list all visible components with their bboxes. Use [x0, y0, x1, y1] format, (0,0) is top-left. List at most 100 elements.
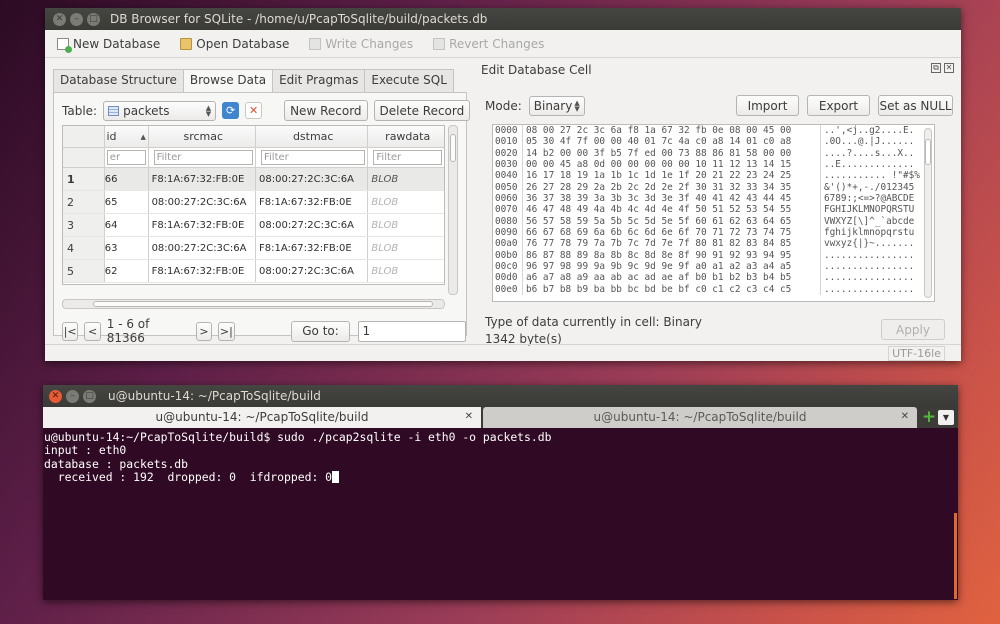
new-database-button[interactable]: New Database — [57, 37, 160, 53]
cell-rawdata[interactable]: BLOB — [368, 260, 444, 282]
first-record-button[interactable]: |< — [62, 321, 79, 341]
revert-changes-button[interactable]: Revert Changes — [433, 37, 544, 51]
ascii-row: ................ — [824, 283, 915, 295]
terminal-tab-2[interactable]: u@ubuntu-14: ~/PcapToSqlite/build ✕ — [483, 407, 917, 428]
cell-rawdata[interactable]: BLOB — [368, 237, 444, 259]
scroll-thumb[interactable] — [93, 301, 433, 307]
hex-row: 00 00 45 a8 0d 00 00 00 00 00 10 11 12 1… — [526, 159, 792, 171]
table-row[interactable]: 3 64 F8:1A:67:32:FB:0E 08:00:27:2C:3C:6A… — [63, 214, 444, 237]
export-button[interactable]: Export — [807, 95, 870, 116]
sort-ascending-icon: ▲ — [140, 132, 146, 141]
hex-offsets: 0000 0010 0020 0030 0040 0050 0060 0070 0080 0090… — [493, 125, 523, 296]
close-window-icon[interactable]: ✕ — [53, 12, 66, 26]
minimize-window-icon[interactable]: – — [70, 12, 83, 26]
table-select[interactable]: packets ▲ ▼ — [103, 100, 217, 121]
cell-srcmac[interactable]: F8:1A:67:32:FB:0E — [149, 260, 256, 282]
go-to-button[interactable]: Go to: — [290, 320, 351, 342]
column-header-dstmac[interactable]: dstmac — [256, 126, 369, 147]
close-tab-icon[interactable]: ✕ — [901, 407, 909, 427]
table-row[interactable]: 1 66 F8:1A:67:32:FB:0E 08:00:27:2C:3C:6A… — [63, 168, 444, 191]
maximize-window-icon[interactable]: □ — [87, 12, 100, 26]
row-number: 5 — [63, 260, 105, 282]
filter-srcmac-input[interactable]: Filter — [153, 150, 253, 165]
tab-database-structure[interactable]: Database Structure — [53, 69, 184, 92]
cell-dstmac[interactable]: F8:1A:67:32:FB:0E — [256, 191, 369, 213]
encoding-indicator[interactable]: UTF-16le — [888, 346, 945, 361]
hex-scrollbar[interactable] — [924, 128, 932, 298]
filter-rawdata-input[interactable]: Filter — [373, 150, 442, 165]
cell-id[interactable]: 62 — [105, 260, 149, 282]
table-row[interactable]: 4 63 08:00:27:2C:3C:6A F8:1A:67:32:FB:0E… — [63, 237, 444, 260]
column-header-id[interactable]: id ▲ — [105, 126, 149, 147]
last-record-button[interactable]: >| — [218, 321, 235, 341]
table-row[interactable]: 2 65 08:00:27:2C:3C:6A F8:1A:67:32:FB:0E… — [63, 191, 444, 214]
set-as-null-button[interactable]: Set as NULL — [878, 95, 953, 116]
tab-edit-pragmas[interactable]: Edit Pragmas — [272, 69, 366, 92]
hex-row: 96 97 98 99 9a 9b 9c 9d 9e 9f a0 a1 a2 a… — [526, 261, 792, 273]
float-panel-icon[interactable]: ⧉ — [931, 63, 941, 73]
cell-srcmac[interactable]: 08:00:27:2C:3C:6A — [149, 237, 256, 259]
delete-record-button[interactable]: Delete Record — [373, 100, 471, 121]
hex-editor[interactable]: 0000 0010 0020 0030 0040 0050 0060 0070 0080 0090… — [492, 124, 935, 302]
apply-button[interactable]: Apply — [881, 319, 945, 340]
clear-filters-icon[interactable]: ✕ — [245, 102, 263, 119]
cell-dstmac[interactable]: 08:00:27:2C:3C:6A — [256, 214, 369, 236]
maximize-window-icon[interactable]: □ — [83, 389, 96, 403]
new-tab-icon[interactable]: + — [920, 407, 938, 428]
table-row[interactable]: 5 62 F8:1A:67:32:FB:0E 08:00:27:2C:3C:6A… — [63, 260, 444, 283]
close-panel-icon[interactable]: ✕ — [944, 63, 954, 73]
refresh-icon[interactable]: ⟳ — [222, 102, 240, 119]
terminal-output[interactable]: u@ubuntu-14:~/PcapToSqlite/build$ sudo .… — [43, 428, 958, 485]
tab-menu-icon[interactable]: ▼ — [938, 410, 954, 425]
cell-dstmac[interactable]: 08:00:27:2C:3C:6A — [256, 260, 369, 282]
cell-srcmac[interactable]: 08:00:27:2C:3C:6A — [149, 191, 256, 213]
hex-ascii[interactable]: ..',<j..g2....E. .0O...@.|J..........?...… — [820, 125, 928, 296]
tab-execute-sql[interactable]: Execute SQL — [364, 69, 454, 92]
cell-rawdata[interactable]: BLOB — [368, 191, 444, 213]
filter-id-input[interactable]: er — [106, 150, 146, 165]
cell-dstmac[interactable]: 08:00:27:2C:3C:6A — [256, 168, 369, 190]
browse-data-panel: Table: packets ▲ ▼ ⟳ ✕ New Record Delete … — [53, 92, 471, 345]
mode-select[interactable]: Binary ▲ ▼ — [528, 96, 585, 116]
terminal-line: input : eth0 — [44, 443, 127, 458]
cell-rawdata[interactable]: BLOB — [368, 168, 444, 190]
next-record-button[interactable]: > — [195, 321, 213, 341]
open-database-label: Open Database — [196, 36, 290, 51]
hex-offset: 0060 — [495, 193, 518, 205]
grid-horizontal-scrollbar[interactable] — [62, 299, 445, 309]
terminal-scrollbar[interactable] — [954, 513, 957, 599]
hex-row: 05 30 4f 7f 00 00 40 01 7c 4a c0 a8 14 0… — [526, 136, 792, 148]
scroll-thumb[interactable] — [450, 134, 456, 162]
close-window-icon[interactable]: ✕ — [49, 389, 62, 403]
previous-record-button[interactable]: < — [84, 321, 101, 341]
spin-arrows-icon: ▲ ▼ — [205, 103, 212, 118]
close-tab-icon[interactable]: ✕ — [465, 407, 473, 427]
import-button[interactable]: Import — [736, 95, 799, 116]
cell-id[interactable]: 64 — [105, 214, 149, 236]
scroll-thumb[interactable] — [925, 139, 931, 165]
hex-bytes[interactable]: 08 00 27 2c 3c 6a f8 1a 67 32 fb 0e 08 0… — [523, 125, 820, 295]
grid-vertical-scrollbar[interactable] — [448, 125, 458, 295]
write-changes-button[interactable]: Write Changes — [309, 37, 413, 51]
minimize-window-icon[interactable]: – — [66, 389, 79, 403]
hex-offset: 00b0 — [495, 249, 518, 261]
db-browser-window: ✕ – □ DB Browser for SQLite - /home/u/Pc… — [45, 8, 961, 361]
cell-id[interactable]: 66 — [105, 168, 149, 190]
mode-label: Mode: — [485, 99, 522, 113]
filter-dstmac-input[interactable]: Filter — [261, 150, 366, 165]
new-record-button[interactable]: New Record — [284, 100, 368, 121]
hex-offset: 00a0 — [495, 238, 518, 250]
go-to-input[interactable]: 1 — [358, 320, 467, 342]
column-header-srcmac[interactable]: srcmac — [149, 126, 256, 147]
cell-srcmac[interactable]: F8:1A:67:32:FB:0E — [149, 214, 256, 236]
cell-srcmac[interactable]: F8:1A:67:32:FB:0E — [149, 168, 256, 190]
ascii-row: fghijklmnopqrstu — [824, 227, 915, 239]
tab-browse-data[interactable]: Browse Data — [182, 69, 274, 93]
cell-id[interactable]: 65 — [105, 191, 149, 213]
cell-dstmac[interactable]: F8:1A:67:32:FB:0E — [256, 237, 369, 259]
column-header-rawdata[interactable]: rawdata — [368, 126, 444, 147]
cell-id[interactable]: 63 — [105, 237, 149, 259]
terminal-tab-1[interactable]: u@ubuntu-14: ~/PcapToSqlite/build ✕ — [43, 407, 481, 428]
cell-rawdata[interactable]: BLOB — [368, 214, 444, 236]
open-database-button[interactable]: Open Database — [180, 37, 289, 51]
